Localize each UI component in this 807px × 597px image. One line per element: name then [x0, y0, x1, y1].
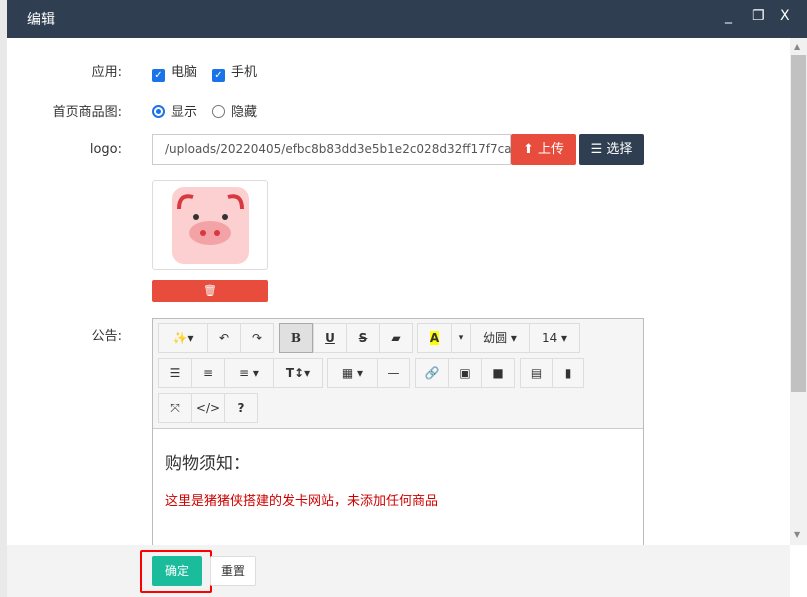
font-size-dropdown[interactable]: 14 ▾ — [529, 323, 580, 353]
notice-heading: 购物须知： — [165, 454, 250, 474]
app-mobile-checkbox[interactable]: ✓ 手机 — [212, 61, 257, 82]
strikethrough-button[interactable]: S — [346, 323, 380, 353]
select-label: 选择 — [606, 142, 633, 157]
pig-logo-image — [172, 187, 249, 264]
upload-icon: ⬆ — [522, 142, 534, 157]
help-button[interactable]: ? — [224, 393, 258, 423]
font-name: 幼圆 — [483, 331, 508, 345]
editor-toolbar: ✨▾ ↶ ↷ B U S ▰ A ▾ 幼圆 ▾ 14 ▾ ☰ ≡ ≡ ▾ T↕▾… — [153, 319, 643, 429]
link-button[interactable]: 🔗 — [415, 358, 449, 388]
font-family-dropdown[interactable]: 幼圆 ▾ — [470, 323, 530, 353]
logo-label: logo: — [89, 142, 122, 157]
minimize-button[interactable]: _ — [725, 8, 732, 24]
confirm-button[interactable]: 确定 — [152, 556, 202, 586]
upload-button[interactable]: ⬆ 上传 — [511, 134, 576, 165]
logo-path-input[interactable]: /uploads/20220405/efbc8b83dd3e5b1e2c028d… — [152, 134, 534, 165]
show-label: 显示 — [171, 105, 198, 120]
dialog-title: 编辑 — [27, 12, 55, 28]
code-view-button[interactable]: </> — [191, 393, 225, 423]
check-icon: ✓ — [152, 69, 165, 82]
notice-label: 公告: — [91, 329, 122, 344]
image-button[interactable]: ▣ — [448, 358, 482, 388]
style-magic-button[interactable]: ✨▾ — [158, 323, 208, 353]
align-dropdown[interactable]: ≡ ▾ — [224, 358, 274, 388]
dialog-header: 编辑 _ ❐ X — [7, 0, 807, 38]
app-pc-checkbox[interactable]: ✓ 电脑 — [152, 61, 197, 82]
hide-radio[interactable]: 隐藏 — [212, 101, 257, 120]
unordered-list-button[interactable]: ☰ — [158, 358, 192, 388]
home-img-label: 首页商品图: — [52, 105, 122, 120]
scrollbar[interactable]: ▲ ▼ — [790, 38, 807, 545]
app-mobile-label: 手机 — [231, 65, 258, 80]
font-color-dropdown[interactable]: ▾ — [451, 323, 471, 353]
hide-label: 隐藏 — [231, 105, 258, 120]
upload-label: 上传 — [538, 142, 565, 157]
bold-button[interactable]: B — [279, 323, 313, 353]
radio-icon — [152, 105, 165, 118]
redo-button[interactable]: ↷ — [240, 323, 274, 353]
scrollbar-thumb[interactable] — [791, 55, 806, 392]
font-size: 14 — [541, 331, 558, 345]
horizontal-rule-button[interactable]: — — [377, 358, 410, 388]
show-radio[interactable]: 显示 — [152, 101, 197, 120]
radio-icon — [212, 105, 225, 118]
fullscreen-button[interactable]: ⤧ — [158, 393, 192, 423]
line-height-dropdown[interactable]: T↕▾ — [273, 358, 323, 388]
rich-text-editor: ✨▾ ↶ ↷ B U S ▰ A ▾ 幼圆 ▾ 14 ▾ ☰ ≡ ≡ ▾ T↕▾… — [152, 318, 644, 558]
insert-file-button[interactable]: ▮ — [552, 358, 584, 388]
font-color-button[interactable]: A — [417, 323, 452, 353]
insert-image-file-button[interactable]: ▤ — [520, 358, 553, 388]
check-icon: ✓ — [212, 69, 225, 82]
notice-body: 这里是猪猪侠搭建的发卡网站，未添加任何商品 — [165, 494, 439, 509]
logo-preview — [152, 180, 268, 270]
app-pc-label: 电脑 — [171, 65, 198, 80]
undo-button[interactable]: ↶ — [207, 323, 241, 353]
eraser-button[interactable]: ▰ — [379, 323, 413, 353]
scroll-up-icon[interactable]: ▲ — [794, 42, 800, 51]
delete-logo-button[interactable]: 🗑 — [152, 280, 268, 302]
table-dropdown[interactable]: ▦ ▾ — [327, 358, 378, 388]
video-button[interactable]: ■ — [481, 358, 515, 388]
scroll-down-icon[interactable]: ▼ — [794, 530, 800, 539]
underline-button[interactable]: U — [313, 323, 347, 353]
dialog-footer: 确定 重置 — [7, 545, 790, 597]
ordered-list-button[interactable]: ≡ — [191, 358, 225, 388]
edit-dialog: 编辑 _ ❐ X 应用: ✓ 电脑 ✓ 手机 首页商品图: 显示 隐藏 logo: … — [7, 0, 807, 597]
maximize-button[interactable]: ❐ — [752, 8, 765, 24]
select-button[interactable]: ☰ 选择 — [579, 134, 644, 165]
font-color-icon: A — [429, 331, 440, 345]
reset-button[interactable]: 重置 — [210, 556, 256, 586]
trash-icon: 🗑 — [203, 284, 217, 297]
editor-content[interactable]: 购物须知： 这里是猪猪侠搭建的发卡网站，未添加任何商品 — [165, 449, 438, 509]
list-icon: ☰ — [590, 142, 603, 157]
app-label: 应用: — [91, 65, 122, 80]
close-button[interactable]: X — [780, 8, 790, 24]
